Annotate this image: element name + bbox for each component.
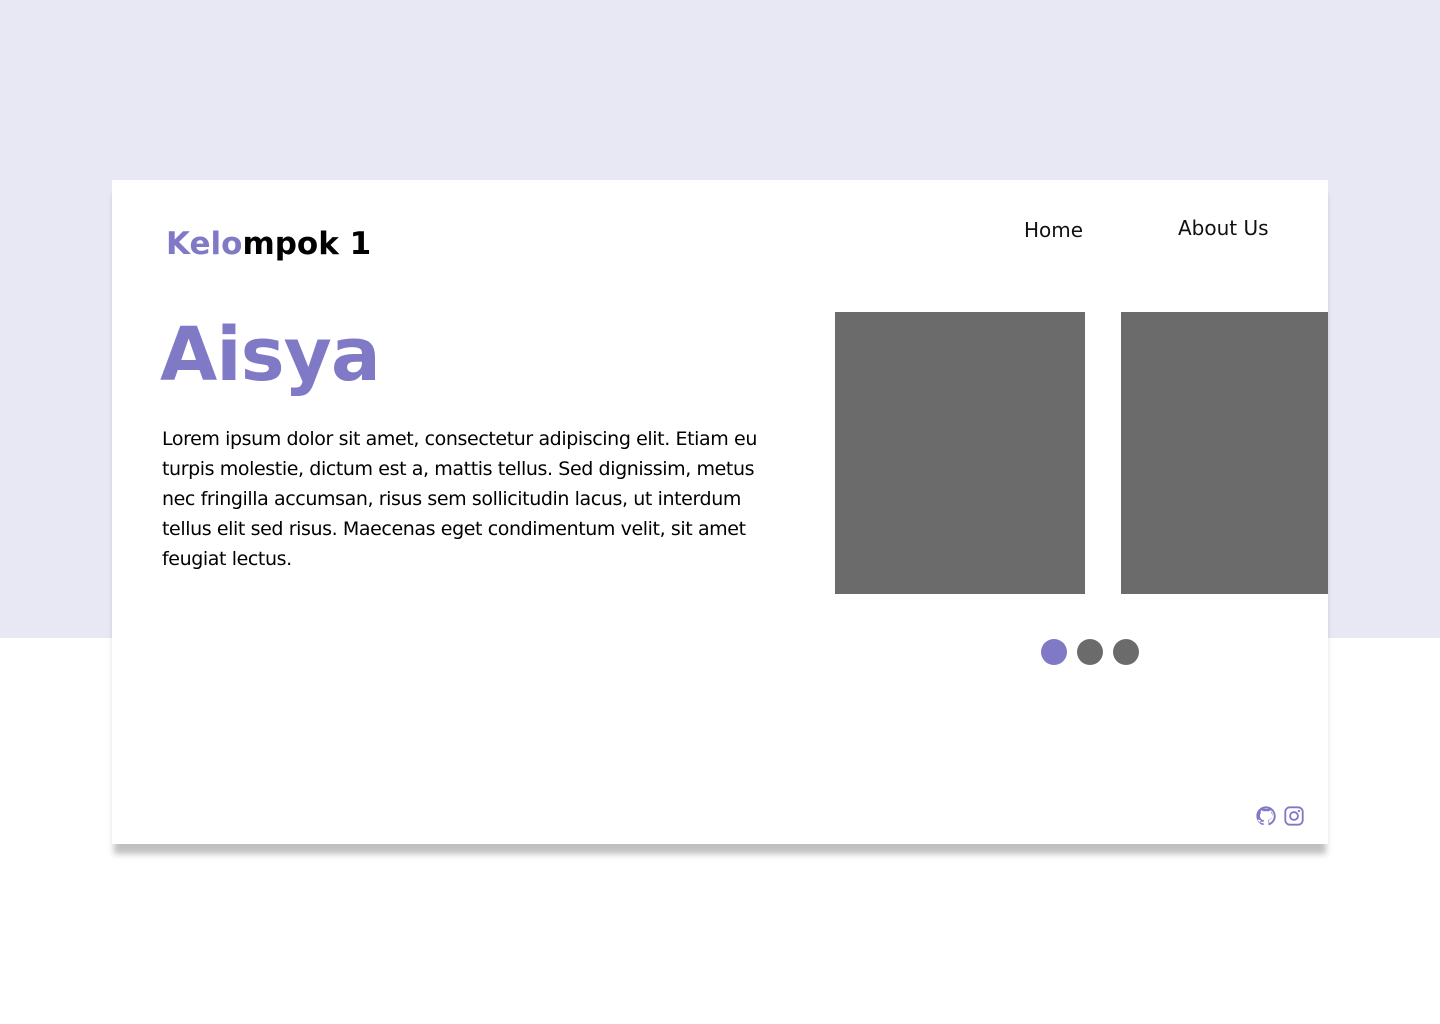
carousel-dot-1[interactable] xyxy=(1041,639,1067,665)
nav-home-link[interactable]: Home xyxy=(1024,218,1083,242)
social-links xyxy=(1255,805,1305,827)
logo[interactable]: Kelompok 1 xyxy=(166,226,371,262)
carousel-indicators xyxy=(1041,639,1139,665)
github-icon[interactable] xyxy=(1255,805,1277,827)
carousel-dot-2[interactable] xyxy=(1077,639,1103,665)
carousel-slide-image xyxy=(835,312,1085,594)
carousel-dot-3[interactable] xyxy=(1113,639,1139,665)
logo-accent: Kelo xyxy=(166,226,243,262)
hero-title: Aisya xyxy=(160,312,381,398)
nav-about-link[interactable]: About Us xyxy=(1178,216,1269,240)
carousel-slide-image-next xyxy=(1121,312,1328,594)
instagram-icon[interactable] xyxy=(1283,805,1305,827)
main-card: Kelompok 1 Home About Us Aisya Lorem ips… xyxy=(112,180,1328,844)
logo-rest: mpok 1 xyxy=(242,226,372,262)
hero-description: Lorem ipsum dolor sit amet, consectetur … xyxy=(162,428,757,570)
